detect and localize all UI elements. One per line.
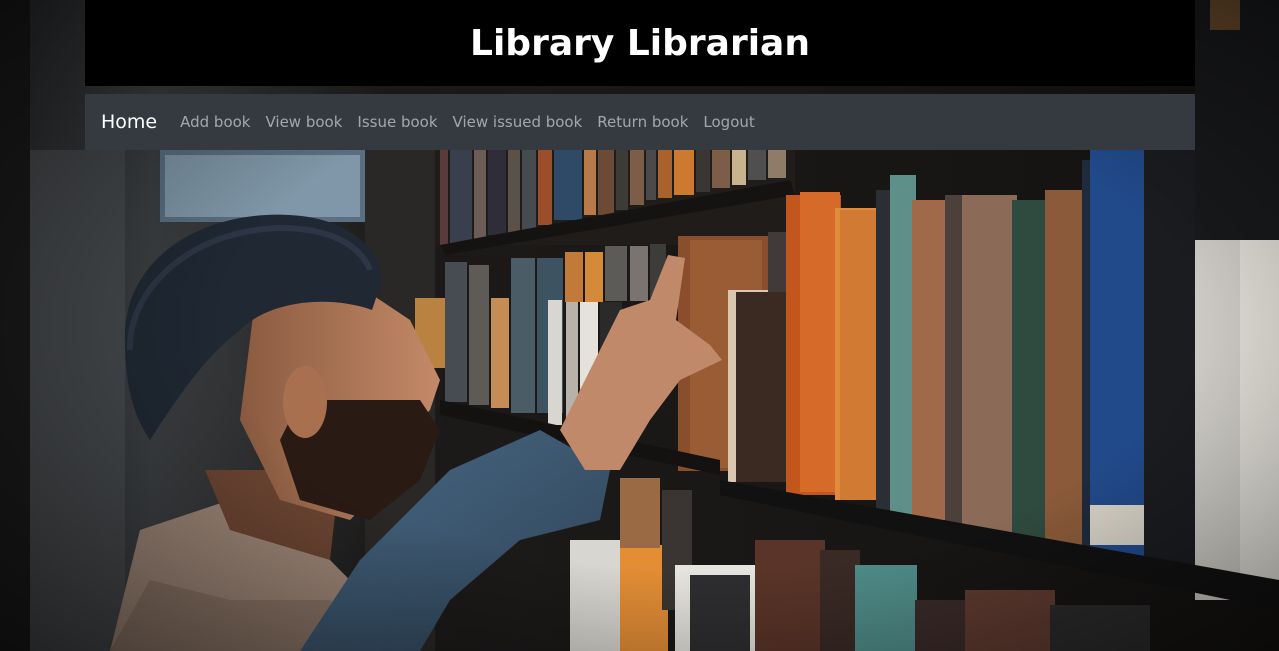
nav-link-add-book[interactable]: Add book — [180, 113, 250, 131]
nav-link-view-issued-book[interactable]: View issued book — [453, 113, 583, 131]
page-title: Library Librarian — [470, 22, 810, 64]
page: Library Librarian Home Add book View boo… — [0, 0, 1279, 651]
nav-link-view-book[interactable]: View book — [265, 113, 342, 131]
nav-link-logout[interactable]: Logout — [703, 113, 754, 131]
nav-home-link[interactable]: Home — [101, 111, 157, 133]
nav-link-issue-book[interactable]: Issue book — [357, 113, 437, 131]
nav-link-return-book[interactable]: Return book — [597, 113, 688, 131]
navbar: Home Add book View book Issue book View … — [85, 94, 1195, 150]
header-bar: Library Librarian — [85, 0, 1195, 86]
